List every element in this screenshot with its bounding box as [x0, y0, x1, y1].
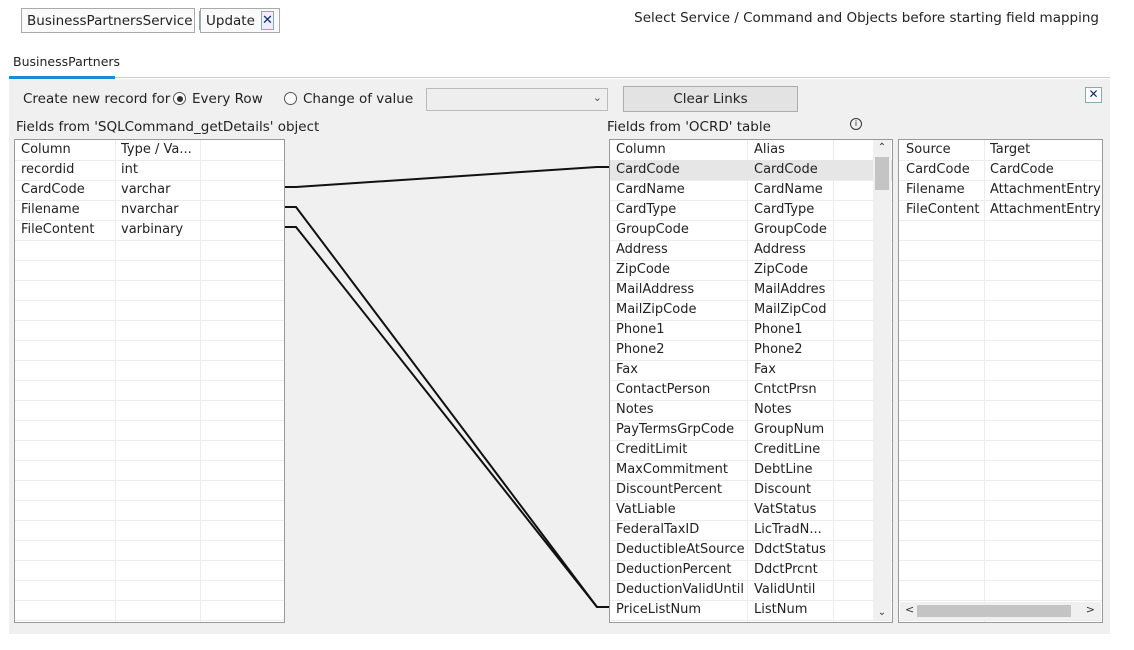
- field-link-line[interactable]: [285, 166, 609, 188]
- field-link-line[interactable]: [285, 226, 609, 608]
- field-link-line[interactable]: [285, 206, 609, 608]
- link-lines: [285, 166, 609, 608]
